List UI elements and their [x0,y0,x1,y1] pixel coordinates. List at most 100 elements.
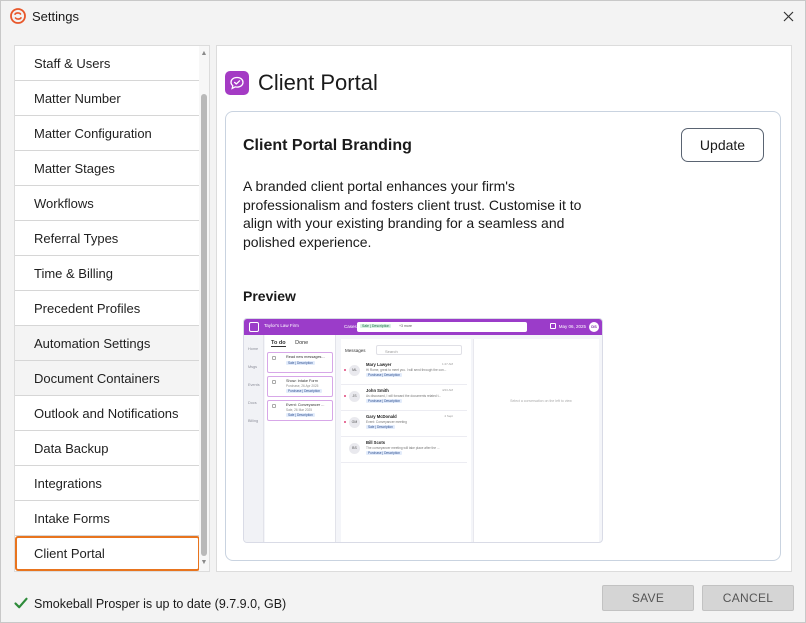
preview-task-title: Read new messages... [286,355,325,359]
preview-todo-panel: To do Done Read new messages... Sale | D… [265,335,336,542]
preview-tab-todo: To do [271,340,286,347]
preview-message-name: Gary McDonald [366,414,397,419]
preview-messages-search: Search [376,345,462,355]
sidebar-item-time-billing[interactable]: Time & Billing [15,256,200,291]
settings-sidebar: Staff & Users Matter Number Matter Confi… [14,45,210,572]
sidebar-item-label: Intake Forms [34,510,110,526]
card-title: Client Portal Branding [243,137,412,154]
preview-message-chip: Purchase | Description [366,373,403,377]
sidebar-item-intake-forms[interactable]: Intake Forms [15,501,200,536]
sidebar-item-label: Workflows [34,195,94,211]
preview-checkbox-icon [272,404,276,408]
preview-detail-placeholder: Select a conversation on the left to vie… [510,399,572,403]
window-title: Settings [32,9,79,24]
preview-messages-panel: Messages Search ML Mary Lawyer 1:27 AM H… [341,339,471,542]
sidebar-item-label: Referral Types [34,230,119,246]
preview-task-title: Show: Intake Form [286,379,318,383]
sidebar-item-staff-users[interactable]: Staff & Users [15,46,200,81]
page-header: Client Portal [225,70,378,96]
sidebar-item-referral-types[interactable]: Referral Types [15,221,200,256]
title-bar: Settings [1,1,805,32]
preview-message-avatar: JS [349,391,360,402]
preview-message-chip: Sale | Description [366,425,395,429]
sidebar-item-integrations[interactable]: Integrations [15,466,200,501]
update-status-text: Smokeball Prosper is up to date (9.7.9.0… [34,597,287,611]
preview-messages-label: Messages [345,348,366,353]
preview-task: Show: Intake Form Purchase, 26 Apr 2025 … [267,376,333,397]
preview-message-name: Mary Lawyer [366,362,392,367]
sidebar-item-label: Automation Settings [34,335,151,351]
preview-unread-dot [344,421,346,423]
preview-label: Preview [243,288,296,304]
preview-message: ML Mary Lawyer 1:27 AM Hi Rome, great to… [341,359,467,385]
sidebar-item-label: Integrations [34,475,102,491]
preview-message: GM Gary McDonald 4 Sept Event: Conveyanc… [341,411,467,437]
preview-rail-item: Home [248,347,259,351]
sidebar-item-matter-stages[interactable]: Matter Stages [15,151,200,186]
sidebar-item-label: Data Backup [34,440,109,456]
sidebar-item-label: Outlook and Notifications [34,405,179,421]
scroll-down-arrow-icon[interactable]: ▼ [200,558,208,568]
preview-rail-item: Docs [248,401,257,405]
save-button[interactable]: SAVE [602,585,694,611]
preview-firm-name: Taylor's Law Firm [264,323,299,328]
settings-window: Settings Staff & Users Matter Number Mat… [0,0,806,623]
preview-message-name: John Smith [366,388,389,393]
sidebar-item-data-backup[interactable]: Data Backup [15,431,200,466]
sidebar-item-workflows[interactable]: Workflows [15,186,200,221]
preview-message-time: 4/23 AM [441,388,453,392]
sidebar-item-matter-number[interactable]: Matter Number [15,81,200,116]
close-button[interactable] [771,1,805,32]
preview-task: Read new messages... Sale | Description [267,352,333,373]
preview-avatar: DS [589,322,599,332]
preview-message-snippet: Hi Rome, great to meet you. I will send … [366,367,447,372]
content-panel: Client Portal Client Portal Branding Upd… [216,45,792,572]
preview-date: May 06, 2025 [558,323,586,329]
update-button[interactable]: Update [681,128,764,162]
scroll-up-arrow-icon[interactable]: ▲ [200,49,208,59]
preview-unread-dot [344,369,346,371]
sidebar-item-label: Time & Billing [34,265,113,281]
sidebar-item-label: Precedent Profiles [34,300,141,316]
sidebar-item-label: Matter Configuration [34,125,152,141]
sidebar-item-label: Matter Number [34,90,121,106]
card-description: A branded client portal enhances your fi… [243,178,582,250]
sidebar-scrollbar[interactable]: ▲ ▼ [199,46,209,571]
preview-task-chip: Sale | Description [286,361,315,365]
preview-case-selector: Sale | Description +3 more [357,322,527,332]
preview-message-snippet: The conveyancer meeting will take place … [366,445,440,450]
preview-message-avatar: ML [349,365,360,376]
preview-tabs: To do Done [271,340,316,347]
preview-message-snippet: Event: Conveyancer meeting [366,419,407,424]
preview-more-chip: +3 more [399,324,412,328]
sidebar-item-label: Document Containers [34,370,160,386]
preview-unread-dot [344,395,346,397]
branding-card: Client Portal Branding Update A branded … [225,111,781,561]
preview-message-snippet: As discussed, I will forward the documen… [366,393,442,398]
preview-message: BS Bill Scots The conveyancer meeting wi… [341,437,467,463]
preview-task-sub: Purchase, 26 Apr 2025 [286,384,319,388]
sidebar-item-label: Client Portal [34,546,105,561]
sidebar-item-document-containers[interactable]: Document Containers [15,361,200,396]
preview-tab-done: Done [295,340,309,346]
preview-message: JS John Smith 4/23 AM As discussed, I wi… [341,385,467,411]
sidebar-item-precedent-profiles[interactable]: Precedent Profiles [15,291,200,326]
preview-detail-panel: Select a conversation on the left to vie… [473,339,599,542]
sidebar-item-automation-settings[interactable]: Automation Settings [15,326,200,361]
preview-rail-item: Events [248,383,260,387]
preview-message-time: 4 Sept [444,414,453,418]
preview-checkbox-icon [272,356,276,360]
sidebar-item-label: Matter Stages [34,160,115,176]
sidebar-item-outlook-notifications[interactable]: Outlook and Notifications [15,396,200,431]
preview-nav-rail: Home Msgs Events Docs Billing [244,335,264,542]
preview-task-chip: Purchase | Description [286,389,323,393]
sidebar-item-client-portal[interactable]: Client Portal [15,536,200,571]
preview-top-bar: Taylor's Law Firm Cases Sale | Descripti… [244,319,602,335]
nav-list: Staff & Users Matter Number Matter Confi… [15,46,200,571]
preview-cases-label: Cases [344,323,357,329]
portal-preview-image: Taylor's Law Firm Cases Sale | Descripti… [243,318,603,543]
cancel-button[interactable]: CANCEL [702,585,794,611]
scroll-thumb[interactable] [201,94,207,556]
sidebar-item-matter-configuration[interactable]: Matter Configuration [15,116,200,151]
preview-logo-icon [249,322,259,332]
